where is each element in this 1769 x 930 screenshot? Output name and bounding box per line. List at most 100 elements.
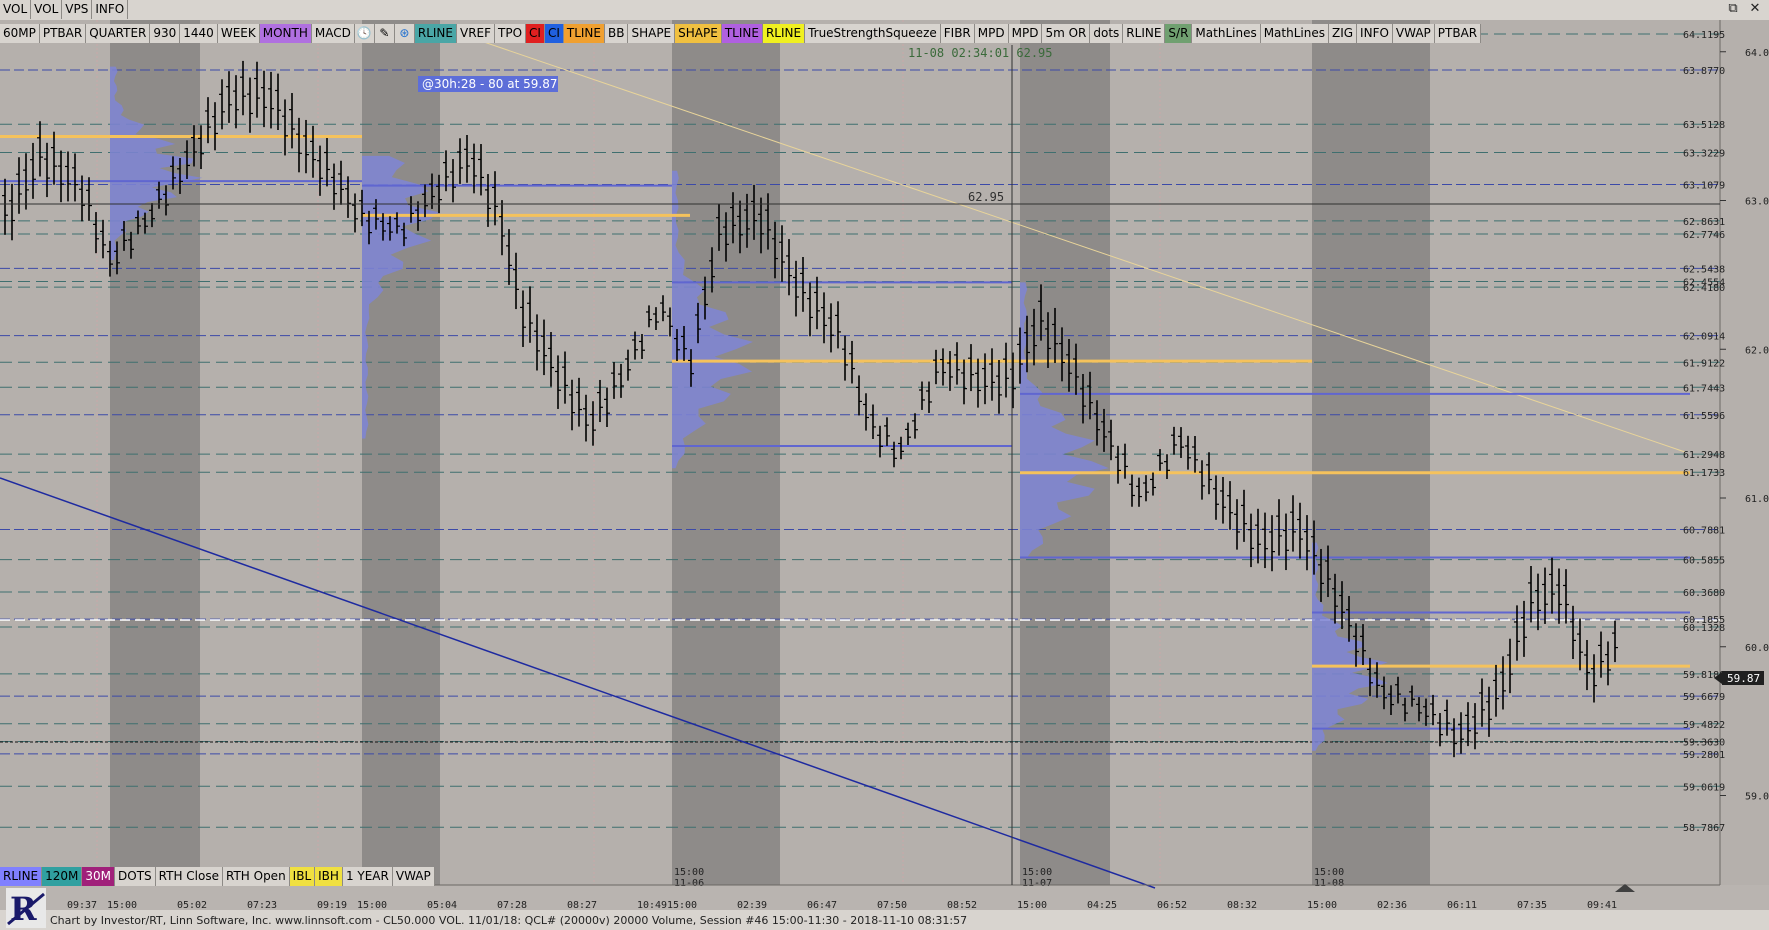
study-toolbar: 60MP PTBAR QUARTER 930 1440 WEEK MONTH MACD 🕓 ✎ ⊛ R… — [0, 24, 1482, 43]
toolbar-button-tline-20[interactable]: TLINE — [721, 24, 763, 43]
level-label: 59.3630 — [1683, 738, 1725, 749]
session-start-label: 15:00 — [674, 867, 704, 878]
bottom-toolbar: RLINE 120M 30M DOTS RTH Close RTH Open IBL IBH 1… — [0, 867, 435, 886]
time-axis-label: 07:23 — [247, 900, 277, 910]
toolbar-button-shape-19[interactable]: SHAPE — [675, 24, 722, 43]
price-axis-label: 63.00 — [1745, 197, 1769, 208]
toolbar-button-dots-27[interactable]: dots — [1090, 24, 1124, 43]
bottom-button-rline[interactable]: RLINE — [0, 867, 43, 886]
window-controls: ⧉ ✕ — [1723, 1, 1765, 17]
toolbar-button-quarter-2[interactable]: QUARTER — [86, 24, 151, 43]
level-label: 59.0619 — [1683, 782, 1725, 793]
toolbar-button-mathlines-30[interactable]: MathLines — [1192, 24, 1261, 43]
toolbar-button-zig-32[interactable]: ZIG — [1329, 24, 1358, 43]
toolbar-button-mpd-25[interactable]: MPD — [1009, 24, 1043, 43]
time-axis-label: 07:50 — [877, 900, 907, 910]
bottom-button-ibl[interactable]: IBL — [289, 867, 316, 886]
toolbar-button-bb-17[interactable]: BB — [605, 24, 629, 43]
price-axis-label: 59.00 — [1745, 792, 1769, 803]
bottom-button-dots[interactable]: DOTS — [115, 867, 156, 886]
toolbar-button-1440-4[interactable]: 1440 — [180, 24, 218, 43]
level-label: 62.5438 — [1683, 264, 1725, 275]
level-label: 64.1195 — [1683, 30, 1725, 41]
time-axis-label: 15:00 — [107, 900, 137, 910]
level-label: 62.7746 — [1683, 230, 1725, 241]
level-label: 59.4822 — [1683, 720, 1725, 731]
time-axis-label: 05:04 — [427, 900, 457, 910]
restore-window-icon[interactable]: ⧉ — [1723, 1, 1743, 17]
level-label: 60.3680 — [1683, 588, 1725, 599]
bottom-button-vwap[interactable]: VWAP — [392, 867, 435, 886]
time-axis-label: 15:00 — [1307, 900, 1337, 910]
toolbar-button-tline-16[interactable]: TLINE — [563, 24, 605, 43]
time-axis-label: 04:25 — [1087, 900, 1117, 910]
price-chart[interactable]: 64.1195 63.8770 63.5128 63.3229 63.1079 62.86… — [0, 20, 1769, 910]
toolbar-button-fibr-23[interactable]: FIBR — [941, 24, 975, 43]
bottom-button-1-year[interactable]: 1 YEAR — [342, 867, 393, 886]
bottom-button-120m[interactable]: 120M — [42, 867, 83, 886]
toolbar-button-truestrengthsqueeze-22[interactable]: TrueStrengthSqueeze — [805, 24, 941, 43]
bottom-button-ibh[interactable]: IBH — [315, 867, 343, 886]
time-axis-label: 15:00 — [357, 900, 387, 910]
toolbar-button-ci-15[interactable]: CI — [544, 24, 564, 43]
session-shade — [672, 20, 780, 885]
level-label: 61.1733 — [1683, 468, 1725, 479]
level-label: 63.3229 — [1683, 148, 1725, 159]
toolbar-button-ptbar-35[interactable]: PTBAR — [1435, 24, 1482, 43]
top-button-vol[interactable]: VOL — [0, 0, 32, 19]
top-button-vol[interactable]: VOL — [31, 0, 63, 19]
level-label: 62.8631 — [1683, 217, 1725, 228]
toolbar-button-ptbar-1[interactable]: PTBAR — [40, 24, 87, 43]
toolbar-button-mpd-24[interactable]: MPD — [975, 24, 1009, 43]
toolbar-button-ci-14[interactable]: CI — [526, 24, 545, 43]
scanner-icon[interactable]: ⊛ — [395, 24, 415, 43]
price-axis-label: 61.00 — [1745, 494, 1769, 505]
time-axis-label: 06:52 — [1157, 900, 1187, 910]
level-label: 60.7881 — [1683, 526, 1725, 537]
toolbar-button-vwap-34[interactable]: VWAP — [1393, 24, 1435, 43]
toolbar-button-s-r-29[interactable]: S/R — [1165, 24, 1193, 43]
level-label: 61.2948 — [1683, 450, 1725, 461]
toolbar-button-930-3[interactable]: 930 — [150, 24, 181, 43]
session-shade — [362, 20, 440, 885]
time-axis-label: 08:27 — [567, 900, 597, 910]
top-menu-bar — [0, 0, 1769, 20]
time-axis-label: 02:39 — [737, 900, 767, 910]
level-label: 59.6679 — [1683, 692, 1725, 703]
toolbar-button-rline-11[interactable]: RLINE — [414, 24, 457, 43]
time-axis-label: 09:19 — [317, 900, 347, 910]
price-axis-panel — [1720, 20, 1769, 885]
level-label: 60.1328 — [1683, 623, 1725, 634]
level-label: 63.8770 — [1683, 66, 1725, 77]
toolbar-button-rline-21[interactable]: RLINE — [762, 24, 806, 43]
top-button-vps[interactable]: VPS — [62, 0, 93, 19]
toolbar-button-tpo-13[interactable]: TPO — [495, 24, 527, 43]
level-label: 63.1079 — [1683, 180, 1725, 191]
toolbar-button-60mp-0[interactable]: 60MP — [0, 24, 40, 43]
session-start-label: 15:00 — [1314, 867, 1344, 878]
toolbar-button-5m-or-26[interactable]: 5m OR — [1042, 24, 1091, 43]
toolbar-button-shape-18[interactable]: SHAPE — [628, 24, 676, 43]
toolbar-button-info-33[interactable]: INFO — [1357, 24, 1393, 43]
time-axis-label: 15:00 — [1017, 900, 1047, 910]
pencil-icon[interactable]: ✎ — [375, 24, 395, 43]
footer: R Chart by Investor/RT, Linn Software, I… — [0, 888, 1769, 930]
time-axis-label: 09:37 — [67, 900, 97, 910]
toolbar-button-rline-28[interactable]: RLINE — [1123, 24, 1166, 43]
toolbar-button-week-5[interactable]: WEEK — [218, 24, 260, 43]
price-axis-label: 62.00 — [1745, 345, 1769, 356]
toolbar-button-vref-12[interactable]: VREF — [457, 24, 496, 43]
bottom-button-30m[interactable]: 30M — [82, 867, 116, 886]
top-button-info[interactable]: INFO — [92, 0, 129, 19]
close-window-icon[interactable]: ✕ — [1745, 1, 1765, 17]
bottom-button-rth-close[interactable]: RTH Close — [155, 867, 223, 886]
toolbar-button-month-6[interactable]: MONTH — [259, 24, 312, 43]
clock-icon[interactable]: 🕓 — [355, 24, 375, 43]
chart-background — [0, 20, 1720, 885]
time-axis-label: 05:02 — [177, 900, 207, 910]
toolbar-button-macd-7[interactable]: MACD — [312, 24, 355, 43]
bottom-button-rth-open[interactable]: RTH Open — [222, 867, 290, 886]
toolbar-button-mathlines-31[interactable]: MathLines — [1261, 24, 1329, 43]
level-label: 58.7867 — [1683, 823, 1725, 834]
session-date-label: 11-06 — [674, 878, 704, 889]
